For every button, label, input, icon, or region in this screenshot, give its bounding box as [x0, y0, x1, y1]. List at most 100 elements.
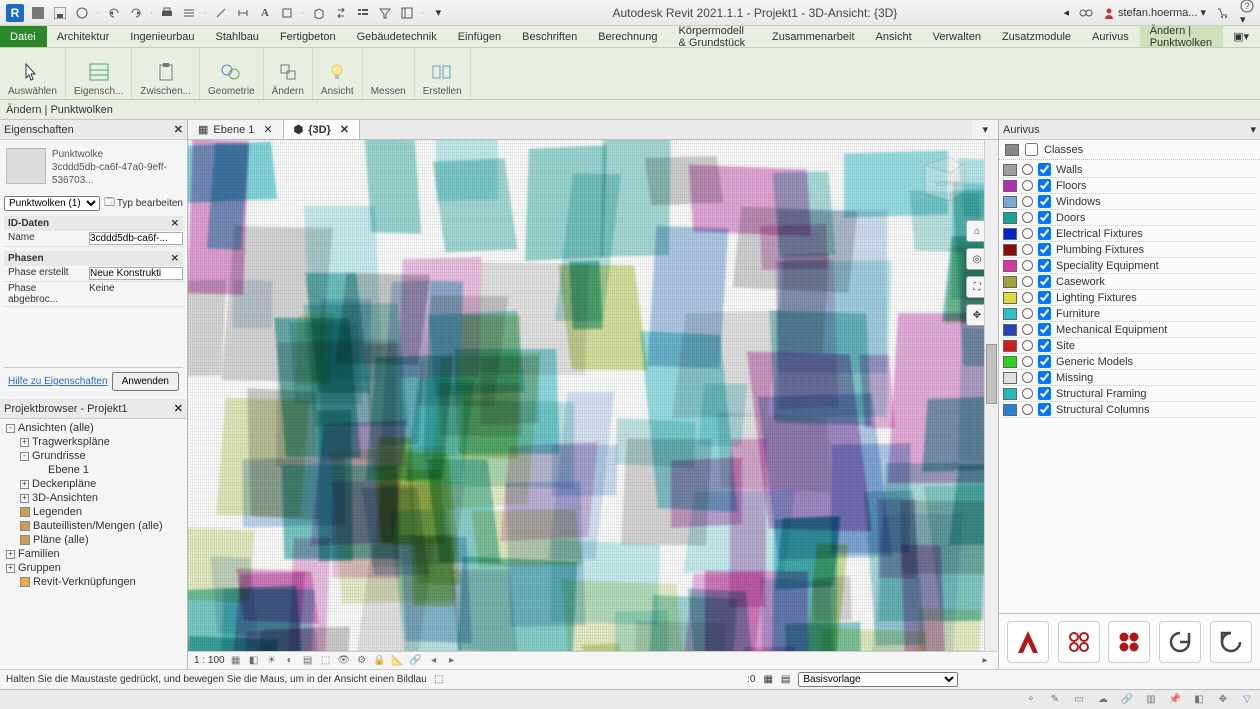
class-visibility-checkbox[interactable] [1038, 259, 1051, 272]
prop-name-input[interactable] [89, 232, 183, 245]
measure-icon[interactable] [213, 5, 229, 21]
edit-type-button[interactable]: 🗔 Typ bearbeiten [104, 195, 183, 212]
snap-icon[interactable]: ▦ [763, 674, 772, 685]
class-visibility-checkbox[interactable] [1038, 323, 1051, 336]
expand-icon[interactable]: + [6, 564, 15, 573]
right-arrow-icon[interactable]: ▸ [445, 654, 459, 668]
ribbon-group-zwischenablage[interactable]: Zwischen... [132, 48, 200, 99]
sync-icon[interactable] [74, 5, 90, 21]
property-filter-select[interactable]: Punktwolken (1) [4, 196, 100, 211]
class-radio[interactable] [1022, 276, 1033, 287]
class-color-swatch[interactable] [1003, 324, 1017, 336]
class-color-swatch[interactable] [1003, 292, 1017, 304]
class-color-swatch[interactable] [1003, 164, 1017, 176]
tab-file[interactable]: Datei [0, 26, 47, 47]
ribbon-group-messen[interactable]: Messen [363, 48, 415, 99]
expand-icon[interactable]: + [6, 550, 15, 559]
prop-phase-erstellt-input[interactable] [89, 267, 183, 280]
tree-node[interactable]: Ebene 1 [2, 463, 185, 477]
undo-large-icon[interactable] [1210, 621, 1252, 663]
class-radio[interactable] [1022, 372, 1033, 383]
class-visibility-checkbox[interactable] [1038, 211, 1051, 224]
project-browser-close-icon[interactable]: ✕ [174, 402, 183, 415]
user-icon[interactable]: stefan.hoerma...▾ [1103, 6, 1206, 19]
apply-button[interactable]: Anwenden [112, 372, 179, 391]
tree-node[interactable]: +Familien [2, 547, 185, 561]
class-radio[interactable] [1022, 292, 1033, 303]
project-tree[interactable]: -Ansichten (alle)+Tragwerkspläne-Grundri… [0, 419, 187, 591]
ribbon-collapse-icon[interactable]: ▣▾ [1223, 26, 1260, 47]
expand-icon[interactable]: - [20, 452, 29, 461]
section-phasen[interactable]: Phasen⨯ [4, 251, 183, 266]
visual-style-icon[interactable]: ◧ [247, 654, 261, 668]
sb-select-links-icon[interactable]: 🔗 [1120, 693, 1134, 707]
class-color-swatch[interactable] [1003, 340, 1017, 352]
tab-zusatzmodule[interactable]: Zusatzmodule [992, 26, 1082, 47]
class-color-swatch[interactable] [1003, 404, 1017, 416]
tab-fertigbeton[interactable]: Fertigbeton [270, 26, 347, 47]
worksharing-icon[interactable] [1079, 6, 1093, 20]
class-color-swatch[interactable] [1003, 212, 1017, 224]
tab-verwalten[interactable]: Verwalten [923, 26, 992, 47]
class-visibility-checkbox[interactable] [1038, 339, 1051, 352]
class-color-swatch[interactable] [1003, 228, 1017, 240]
ribbon-group-erstellen[interactable]: Erstellen [415, 48, 471, 99]
class-radio[interactable] [1022, 180, 1033, 191]
view-tab-3d[interactable]: ⬢ {3D} ✕ [284, 120, 360, 139]
class-visibility-checkbox[interactable] [1038, 371, 1051, 384]
class-radio[interactable] [1022, 388, 1033, 399]
expand-icon[interactable]: + [20, 494, 29, 503]
class-visibility-checkbox[interactable] [1038, 387, 1051, 400]
crop-icon[interactable]: ⬚ [319, 654, 333, 668]
class-radio[interactable] [1022, 260, 1033, 271]
back-arrow-icon[interactable]: ◂ [1063, 6, 1069, 19]
class-radio[interactable] [1022, 356, 1033, 367]
print-icon[interactable] [159, 5, 175, 21]
view-scale[interactable]: 1 : 100 [194, 655, 225, 666]
panel-icon[interactable] [399, 5, 415, 21]
help-icon[interactable]: ?▾ [1240, 0, 1254, 26]
sb-design-options-icon[interactable]: ▭ [1072, 693, 1086, 707]
class-visibility-checkbox[interactable] [1038, 403, 1051, 416]
class-visibility-checkbox[interactable] [1038, 275, 1051, 288]
sun-icon[interactable]: ☀ [265, 654, 279, 668]
tab-aendern-punktwolken[interactable]: Ändern | Punktwolken [1140, 26, 1223, 47]
sb-drag-icon[interactable]: ✥ [1216, 693, 1230, 707]
tree-node[interactable]: Bauteillisten/Mengen (alle) [2, 519, 185, 533]
cart-icon[interactable] [1216, 6, 1230, 20]
four-dots-outline-icon[interactable] [1058, 621, 1100, 663]
ribbon-group-ansicht[interactable]: Ansicht [313, 48, 363, 99]
model-icon[interactable]: ▤ [781, 674, 790, 685]
constraint-icon[interactable]: 🔒 [373, 654, 387, 668]
properties-help-link[interactable]: Hilfe zu Eigenschaften [8, 376, 108, 387]
tree-node[interactable]: -Ansichten (alle) [2, 421, 185, 435]
class-radio[interactable] [1022, 244, 1033, 255]
detail-level-icon[interactable]: ▦ [229, 654, 243, 668]
class-visibility-checkbox[interactable] [1038, 355, 1051, 368]
box-icon[interactable] [279, 5, 295, 21]
ribbon-group-eigenschaften[interactable]: Eigensch... [66, 48, 132, 99]
class-color-swatch[interactable] [1003, 308, 1017, 320]
class-visibility-checkbox[interactable] [1038, 179, 1051, 192]
align-icon[interactable] [181, 5, 197, 21]
view-tab-close-icon[interactable]: ✕ [340, 123, 349, 136]
sb-editable-icon[interactable]: ✎ [1048, 693, 1062, 707]
tree-node[interactable]: -Grundrisse [2, 449, 185, 463]
expand-icon[interactable]: - [6, 424, 15, 433]
tab-gebaeudetechnik[interactable]: Gebäudetechnik [347, 26, 448, 47]
expand-icon[interactable]: + [20, 480, 29, 489]
reveal-icon[interactable]: ⚙ [355, 654, 369, 668]
tree-node[interactable]: +Deckenpläne [2, 477, 185, 491]
ribbon-group-auswaehlen[interactable]: Auswählen [0, 48, 66, 99]
tree-node[interactable]: +Gruppen [2, 561, 185, 575]
text-icon[interactable]: A [257, 5, 273, 21]
four-dots-fill-icon[interactable] [1108, 621, 1150, 663]
list-icon[interactable] [355, 5, 371, 21]
aurivus-logo-icon[interactable] [1007, 621, 1049, 663]
class-radio[interactable] [1022, 228, 1033, 239]
class-radio[interactable] [1022, 340, 1033, 351]
qat-dropdown-icon[interactable]: ▾ [430, 5, 446, 21]
view-tabs-dropdown-icon[interactable]: ▾ [972, 120, 998, 139]
ribbon-group-geometrie[interactable]: Geometrie [200, 48, 264, 99]
class-color-swatch[interactable] [1003, 276, 1017, 288]
